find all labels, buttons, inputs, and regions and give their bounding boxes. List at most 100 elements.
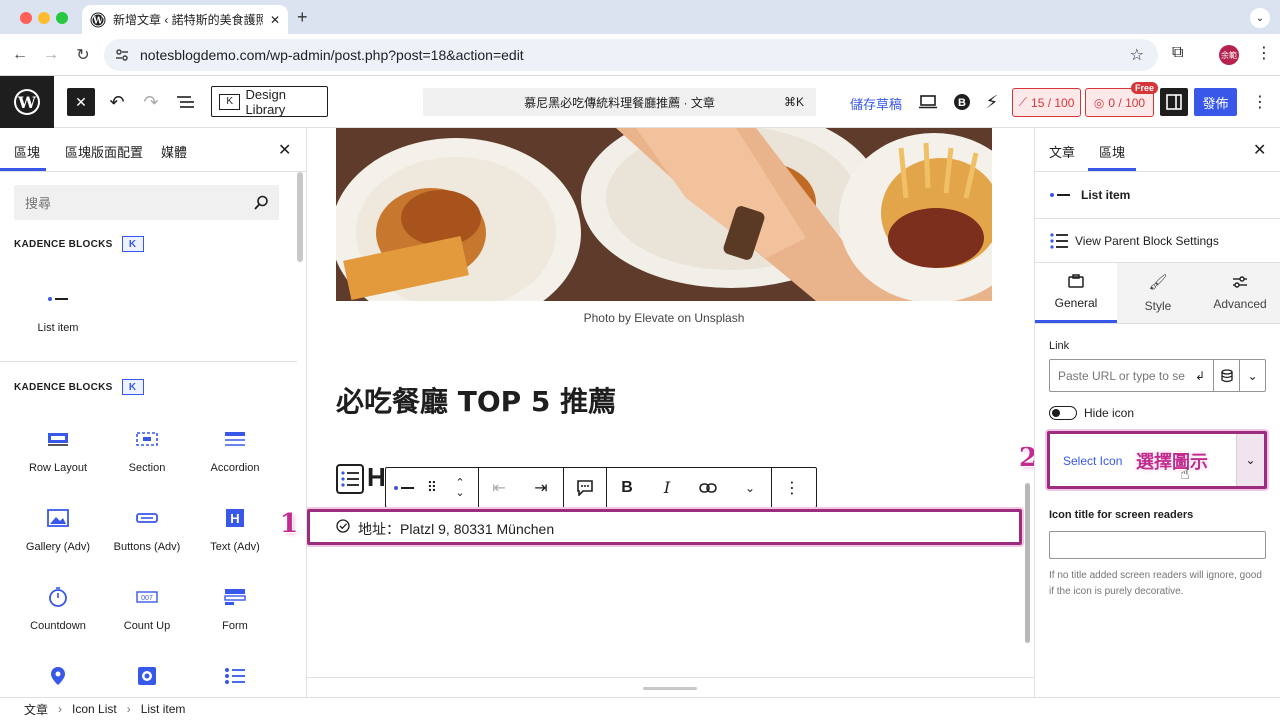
link-url-input[interactable] [1050,360,1187,391]
resize-handle[interactable] [643,687,697,690]
close-tab-icon[interactable]: ✕ [270,13,280,27]
settings-sidebar-toggle-icon[interactable] [1160,88,1188,116]
extensions-icon[interactable]: ⧉ [1172,44,1183,62]
svg-text:H: H [230,511,239,526]
block-star-box[interactable] [103,665,191,697]
reload-icon[interactable]: ↻ [72,44,94,66]
partial-heading[interactable]: H [367,462,386,493]
wordpress-favicon-icon: W [90,12,106,27]
indent-icon[interactable]: ⇥ [519,468,563,507]
browser-menu-icon[interactable]: ⋮ [1256,43,1272,63]
select-icon-dropdown[interactable]: Select Icon 選擇圖示 ☝ ⌄ [1047,431,1267,489]
back-arrow-icon[interactable]: ← [9,44,31,66]
tab-search-icon[interactable]: ⌄ [1250,8,1270,28]
view-parent-settings-button[interactable]: View Parent Block Settings [1035,219,1280,263]
tab-advanced[interactable]: Advanced [1199,263,1280,323]
minimize-window-button[interactable] [38,12,50,24]
block-text[interactable]: H Text (Adv) [191,507,279,577]
tab-style[interactable]: 🖌 Style [1117,263,1199,323]
block-countup[interactable]: 007 Count Up [103,586,191,656]
tab-blocks[interactable]: 區塊 [14,142,40,161]
profile-avatar[interactable]: 余範 [1219,45,1239,65]
icon-title-input[interactable] [1049,531,1266,559]
hide-icon-toggle[interactable] [1049,406,1077,420]
wordpress-logo-icon[interactable]: W [0,76,54,128]
section-heading[interactable]: 必吃餐廳 TOP 5 推薦 [336,380,616,420]
tab-patterns[interactable]: 區塊版面配置 [65,142,143,161]
outdent-icon[interactable]: ⇤ [479,468,519,507]
site-info-icon[interactable] [114,47,130,63]
active-tab-indicator [0,168,46,171]
select-icon-chevron-icon[interactable]: ⌄ [1236,434,1264,486]
close-inserter-button[interactable]: ✕ [67,88,95,116]
save-draft-button[interactable]: 儲存草稿 [850,94,902,113]
publish-button[interactable]: 發佈 [1194,88,1237,116]
block-buttons[interactable]: Buttons (Adv) [103,507,191,577]
list-item-text[interactable]: 地址：Platzl 9, 80331 München [358,519,554,539]
bold-icon[interactable]: B [607,468,647,507]
block-map-pin[interactable] [14,665,102,697]
drag-handle-icon[interactable]: ⠿ [422,468,442,507]
icon-list-block-icon[interactable] [336,464,364,494]
maximize-window-button[interactable] [56,12,68,24]
sliders-icon [1233,276,1247,288]
hide-icon-toggle-row: Hide icon [1049,406,1134,420]
plugin-b-icon[interactable]: B [948,88,976,116]
dynamic-source-icon[interactable] [1213,360,1239,391]
close-inserter-icon[interactable]: ✕ [278,140,291,160]
inserter-scrollbar[interactable] [297,172,303,262]
block-icon-list[interactable] [191,665,279,697]
italic-icon[interactable]: I [647,468,687,507]
breadcrumb-item[interactable]: 文章 [24,701,48,718]
link-options-chevron-icon[interactable]: ⌄ [1239,360,1265,391]
close-window-button[interactable] [20,12,32,24]
tab-post[interactable]: 文章 [1049,142,1075,161]
address-bar-row: ← → ↻ notesblogdemo.com/wp-admin/post.ph… [0,34,1280,76]
command-palette-bar[interactable]: 慕尼黑必吃傳統料理餐廳推薦 · 文章 ⌘K [423,88,816,116]
kadence-toolbar-icon[interactable]: ⚡ [978,88,1006,116]
block-accordion[interactable]: Accordion [191,428,279,498]
food-photo[interactable] [336,128,992,301]
block-search-input[interactable]: 搜尋 [14,185,279,220]
breadcrumb-item[interactable]: Icon List [72,702,117,716]
new-tab-button[interactable]: + [297,7,308,28]
list-item-type-icon[interactable] [386,468,422,507]
preview-desktop-icon[interactable] [914,88,942,116]
more-rich-text-chevron-icon[interactable]: ⌄ [729,468,771,507]
seo-score-badge[interactable]: ⟋ 15 / 100 [1012,88,1081,117]
block-section[interactable]: Section [103,428,191,498]
canvas-scrollbar[interactable] [1025,483,1030,643]
icon-list-icon [223,665,247,687]
tab-title: 新增文章 ‹ 諾特斯的美食護照 — [113,13,263,27]
browser-tab-bar: W 新增文章 ‹ 諾特斯的美食護照 — ✕ + ⌄ [0,0,1280,34]
bookmark-star-icon[interactable]: ☆ [1130,45,1144,65]
design-library-button[interactable]: K Design Library [211,86,328,117]
breadcrumb-item[interactable]: List item [141,702,186,716]
row-layout-icon [46,428,70,450]
block-form[interactable]: Form [191,586,279,656]
omnibox[interactable]: notesblogdemo.com/wp-admin/post.php?post… [104,39,1158,71]
forward-arrow-icon[interactable]: → [40,44,62,66]
image-caption[interactable]: Photo by Elevate on Unsplash [336,311,992,325]
seo-score-value: 15 / 100 [1031,95,1075,110]
icon-list-icon [1050,232,1068,249]
block-row-layout[interactable]: Row Layout [14,428,102,498]
options-menu-icon[interactable]: ⋮ [1246,88,1274,116]
tab-general[interactable]: General [1035,263,1117,323]
browser-tab[interactable]: W 新增文章 ‹ 諾特斯的美食護照 — ✕ [82,5,288,34]
tab-block[interactable]: 區塊 [1099,142,1125,161]
move-up-down-icon[interactable]: ⌃ ⌄ [442,468,478,507]
redo-icon[interactable]: ↷ [137,88,165,116]
block-options-icon[interactable]: ⋮ [772,468,812,507]
block-countdown[interactable]: Countdown [14,586,102,656]
tab-media[interactable]: 媒體 [161,142,187,161]
search-placeholder: 搜尋 [25,196,52,211]
submit-link-icon[interactable]: ↲ [1187,360,1213,391]
block-list-item[interactable]: List item [14,288,102,358]
document-overview-icon[interactable] [172,88,200,116]
undo-icon[interactable]: ↶ [103,88,131,116]
link-icon[interactable] [687,468,729,507]
block-gallery[interactable]: Gallery (Adv) [14,507,102,577]
close-sidebar-icon[interactable]: ✕ [1253,140,1266,160]
comment-icon[interactable] [564,468,606,507]
